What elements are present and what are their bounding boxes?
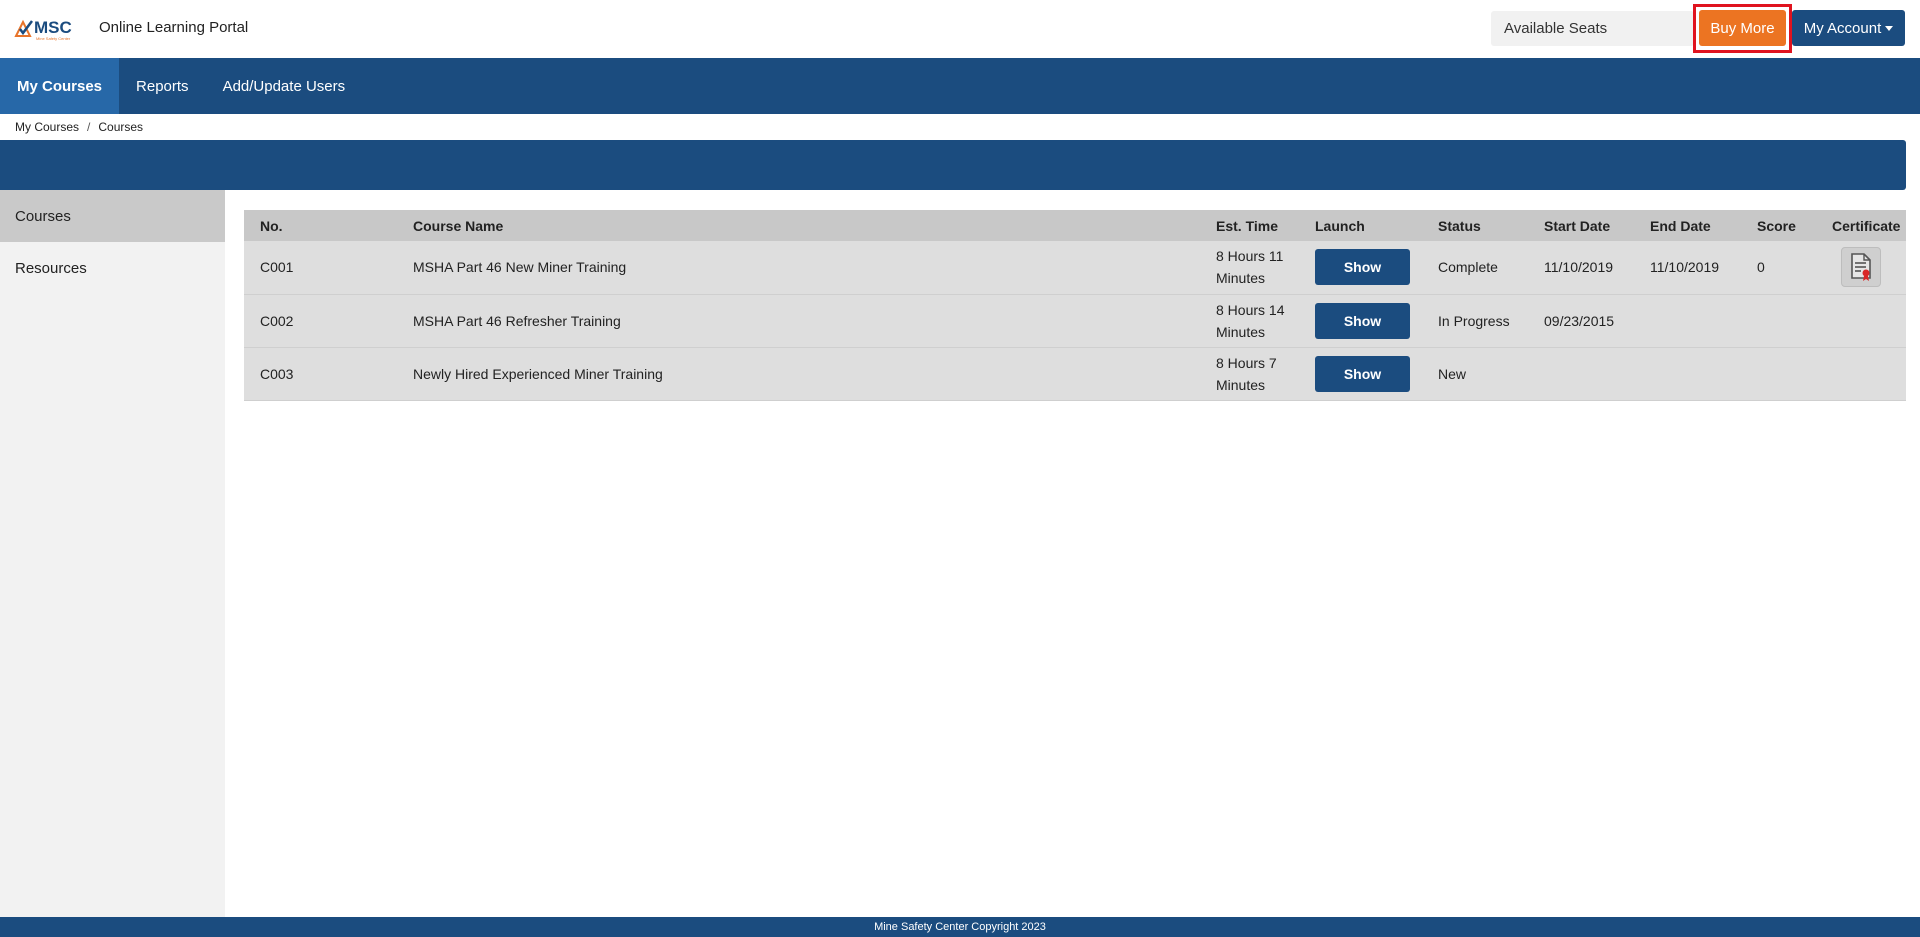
cell-course-no: C002 — [260, 312, 294, 329]
cell-end-date: 11/10/2019 — [1650, 259, 1720, 276]
my-account-label: My Account — [1803, 19, 1882, 37]
sidebar-item-resources[interactable]: Resources — [0, 242, 225, 294]
cell-end-date — [1634, 294, 1741, 347]
cell-certificate — [1816, 241, 1906, 294]
sidebar: Courses Resources — [0, 190, 225, 917]
show-button[interactable]: Show — [1315, 302, 1410, 339]
cell-score — [1741, 347, 1816, 400]
est-time-line2: Minutes — [1216, 270, 1266, 287]
breadcrumb: My Courses / Courses — [15, 120, 143, 134]
cell-course-name: MSHA Part 46 Refresher Training — [413, 312, 621, 329]
show-button[interactable]: Show — [1315, 249, 1410, 286]
main-nav: My Courses Reports Add/Update Users — [0, 58, 1920, 114]
cell-course-no: C003 — [260, 365, 294, 382]
cell-course-name: Newly Hired Experienced Miner Training — [413, 365, 663, 382]
breadcrumb-courses: Courses — [98, 120, 144, 134]
table-row: C003 Newly Hired Experienced Miner Train… — [244, 347, 1906, 400]
col-header-start-date: Start Date — [1544, 217, 1611, 234]
est-time-line2: Minutes — [1216, 376, 1266, 393]
cell-est-time: 8 Hours 7 Minutes — [1200, 347, 1299, 400]
msc-logo[interactable]: MSC Mine Safety Center — [14, 16, 86, 42]
my-account-dropdown[interactable]: My Account — [1792, 10, 1905, 46]
col-header-no: No. — [260, 217, 283, 234]
svg-text:MSC: MSC — [34, 18, 72, 37]
cell-certificate — [1816, 347, 1906, 400]
cell-est-time: 8 Hours 14 Minutes — [1200, 294, 1299, 347]
certificate-icon[interactable] — [1841, 247, 1881, 288]
col-header-score: Score — [1757, 217, 1796, 234]
nav-reports[interactable]: Reports — [119, 58, 206, 114]
nav-my-courses[interactable]: My Courses — [0, 58, 120, 114]
est-time-line1: 8 Hours 14 — [1216, 301, 1285, 318]
cell-start-date: 11/10/2019 — [1544, 259, 1614, 276]
cell-start-date: 09/23/2015 — [1544, 312, 1615, 329]
col-header-end-date: End Date — [1650, 217, 1711, 234]
cell-status: Complete — [1438, 259, 1498, 276]
col-header-status: Status — [1438, 217, 1481, 234]
cell-end-date — [1634, 347, 1741, 400]
col-header-launch: Launch — [1315, 217, 1365, 234]
cell-status: New — [1438, 365, 1467, 382]
sidebar-item-courses[interactable]: Courses — [0, 190, 225, 242]
cell-course-no: C001 — [260, 259, 294, 276]
footer: Mine Safety Center Copyright 2023 — [0, 917, 1920, 937]
buy-more-button[interactable]: Buy More — [1699, 10, 1786, 46]
nav-add-update-users[interactable]: Add/Update Users — [206, 58, 363, 114]
available-seats-field: Available Seats — [1491, 11, 1694, 46]
cell-start-date — [1528, 347, 1634, 400]
chevron-down-icon — [1885, 26, 1894, 31]
cell-launch: Show — [1299, 294, 1422, 347]
table-row: C002 MSHA Part 46 Refresher Training 8 H… — [244, 294, 1906, 347]
courses-table-container: No. Course Name Est. Time Launch Status … — [244, 210, 1906, 401]
portal-title: Online Learning Portal — [99, 19, 249, 36]
cell-status: In Progress — [1438, 312, 1510, 329]
cell-score: 0 — [1757, 259, 1765, 276]
breadcrumb-my-courses[interactable]: My Courses — [15, 120, 79, 134]
cell-est-time: 8 Hours 11 Minutes — [1200, 241, 1299, 294]
table-row: C001 MSHA Part 46 New Miner Training 8 H… — [244, 241, 1906, 294]
cell-launch: Show — [1299, 241, 1422, 294]
show-button[interactable]: Show — [1315, 355, 1410, 392]
breadcrumb-separator: / — [87, 120, 91, 134]
table-header-row: No. Course Name Est. Time Launch Status … — [244, 210, 1906, 241]
est-time-line1: 8 Hours 11 — [1216, 248, 1284, 265]
col-header-course-name: Course Name — [413, 217, 504, 234]
top-header: MSC Mine Safety Center Online Learning P… — [0, 0, 1920, 58]
courses-table: No. Course Name Est. Time Launch Status … — [244, 210, 1906, 401]
cell-course-name: MSHA Part 46 New Miner Training — [413, 259, 627, 276]
col-header-certificate: Certificate — [1832, 217, 1901, 234]
cell-certificate — [1816, 294, 1906, 347]
cell-launch: Show — [1299, 347, 1422, 400]
page-banner — [0, 140, 1906, 190]
col-header-est-time: Est. Time — [1216, 217, 1278, 234]
est-time-line2: Minutes — [1216, 323, 1266, 340]
est-time-line1: 8 Hours 7 — [1216, 354, 1277, 371]
svg-text:Mine Safety Center: Mine Safety Center — [36, 36, 71, 41]
cell-score — [1741, 294, 1816, 347]
